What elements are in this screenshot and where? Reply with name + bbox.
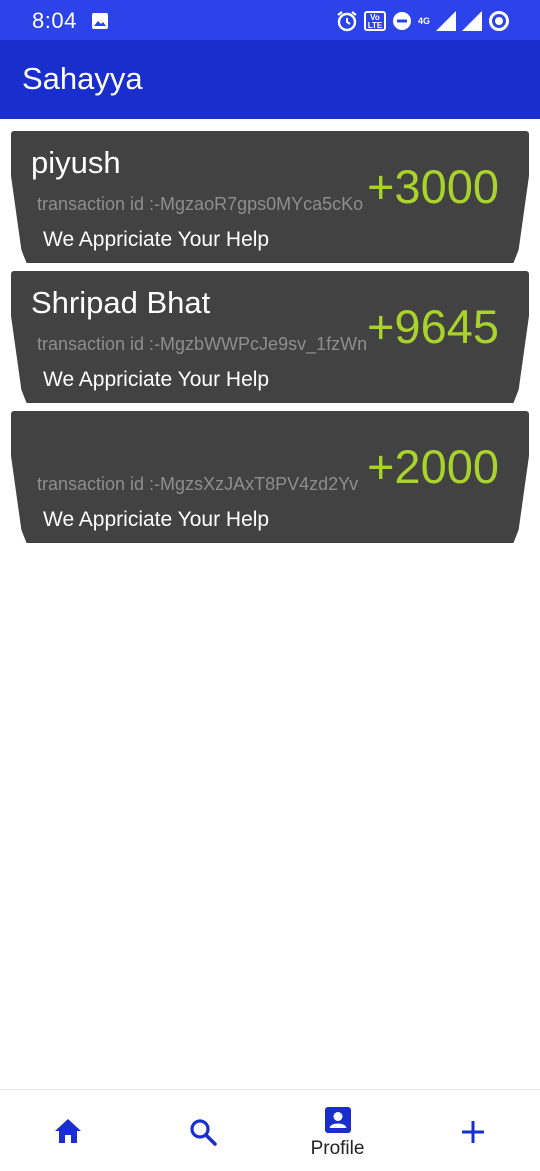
volte-icon: Vo LTE	[363, 11, 386, 31]
status-bar: 8:04 Vo LTE 4G	[0, 0, 540, 40]
app-title: Sahayya	[22, 61, 143, 96]
nav-profile-label: Profile	[310, 1138, 365, 1159]
status-time: 8:04	[32, 8, 77, 33]
alarm-icon	[337, 11, 357, 32]
profile-icon	[324, 1107, 351, 1133]
network-type-label: 4G	[417, 15, 430, 26]
home-icon	[54, 1119, 81, 1143]
status-icons: Vo LTE 4G	[336, 9, 510, 33]
gallery-icon	[92, 13, 108, 29]
data-saver-icon	[489, 11, 509, 31]
transaction-id: transaction id :-MgzsXzJAxT8PV4zd2Yv	[37, 474, 359, 494]
transaction-card[interactable]: transaction id :-MgzsXzJAxT8PV4zd2Yv +20…	[11, 411, 529, 543]
transaction-card[interactable]: piyush transaction id :-MgzaoR7gps0MYca5…	[11, 131, 529, 263]
transaction-amount: +3000	[366, 160, 499, 213]
nav-home[interactable]	[0, 1090, 135, 1171]
donor-name: piyush	[31, 145, 121, 180]
appreciation-note: We Appriciate Your Help	[43, 368, 270, 391]
add-icon	[461, 1121, 484, 1143]
app-bar: Sahayya	[0, 40, 540, 119]
transaction-card[interactable]: Shripad Bhat transaction id :-MgzbWWPcJe…	[11, 271, 529, 403]
nav-profile[interactable]: Profile	[270, 1090, 405, 1171]
transaction-amount: +2000	[366, 440, 499, 493]
search-icon	[189, 1119, 217, 1146]
appreciation-note: We Appriciate Your Help	[43, 228, 270, 251]
transaction-amount: +9645	[366, 300, 499, 353]
transaction-id: transaction id :-MgzbWWPcJe9sv_1fzWn	[37, 334, 368, 354]
signal-icon	[436, 11, 456, 31]
donor-name: Shripad Bhat	[31, 285, 211, 320]
transaction-id: transaction id :-MgzaoR7gps0MYca5cKo	[37, 194, 364, 214]
nav-search[interactable]	[135, 1090, 270, 1171]
dnd-icon	[392, 12, 411, 30]
bottom-nav: Profile	[0, 1089, 540, 1170]
appreciation-note: We Appriciate Your Help	[43, 508, 270, 531]
nav-add[interactable]	[405, 1090, 540, 1171]
signal-icon-2	[462, 11, 482, 31]
